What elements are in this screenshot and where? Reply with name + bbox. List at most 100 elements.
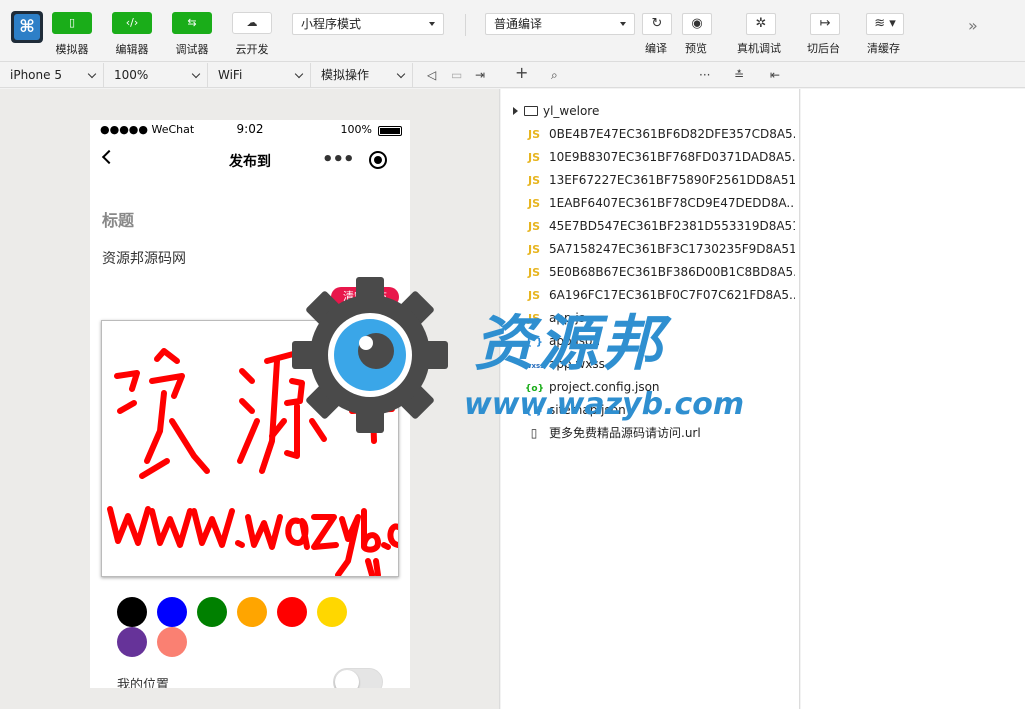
file-tree-item[interactable]: ▯ 更多免费精品源码请访问.url (525, 423, 795, 443)
editor-button[interactable]: ‹/› (112, 12, 152, 34)
capsule-close-icon[interactable] (369, 151, 387, 169)
mode-select[interactable]: 小程序模式 (292, 13, 444, 35)
color-swatch-black[interactable] (117, 597, 147, 627)
file-tree-item[interactable]: wxss app.wxss (525, 354, 795, 374)
mode-select-value: 小程序模式 (301, 17, 362, 31)
background-button[interactable]: ↦ (810, 13, 840, 35)
search-icon[interactable]: ⌕ (551, 67, 558, 83)
location-switch[interactable] (333, 668, 383, 688)
compile-button[interactable]: ↻ (642, 13, 672, 35)
caret-down-icon (620, 22, 626, 26)
file-name: 0BE4B7E47EC361BF6D82DFE357CD8A5... (549, 127, 795, 141)
switch-background-icon: ↦ (819, 16, 831, 31)
color-swatch-green[interactable] (197, 597, 227, 627)
file-name: 10E9B8307EC361BF768FD0371DAD8A5... (549, 150, 795, 164)
battery-icon (378, 126, 402, 136)
js-file-icon: JS (527, 289, 540, 302)
color-swatch-red[interactable] (277, 597, 307, 627)
navigation-bar: 发布到 ••• (90, 140, 410, 182)
file-name: 5E0B68B67EC361BF386D00B1C8BD8A5... (549, 265, 795, 279)
file-name: sitemap.json (549, 403, 626, 417)
file-tree-item[interactable]: JS app.js (525, 308, 795, 328)
zoom-select-value: 100% (114, 68, 149, 82)
page-title: 发布到 (229, 154, 271, 170)
tree-folder-yl-welore[interactable]: yl_welore (513, 102, 599, 120)
file-name: 13EF67227EC361BF75890F2561DD8A51.js (549, 173, 795, 187)
file-name: app.js (549, 311, 585, 325)
drawing-canvas[interactable] (101, 320, 399, 577)
editor-toggle[interactable]: ‹/› 编辑器 (102, 12, 162, 57)
more-icon[interactable]: ··· (699, 67, 710, 83)
refresh-icon: ↻ (651, 16, 663, 31)
title-label: 标题 (102, 211, 135, 230)
preview-button[interactable]: ◉ (682, 13, 712, 35)
clear-cache-label: 清缓存 (867, 42, 900, 55)
debugger-label: 调试器 (175, 43, 209, 56)
js-file-icon: JS (527, 197, 540, 210)
file-tree-item[interactable]: JS 10E9B8307EC361BF768FD0371DAD8A5... (525, 147, 795, 167)
cloud-icon: ☁ (246, 16, 258, 29)
file-tree-item[interactable]: JS 13EF67227EC361BF75890F2561DD8A51.js (525, 170, 795, 190)
file-tree-item[interactable]: { } sitemap.json (525, 400, 795, 420)
file-tree-item[interactable]: JS 6A196FC17EC361BF0C7F07C621FD8A5... (525, 285, 795, 305)
network-select[interactable]: WiFi (208, 63, 311, 87)
zoom-select[interactable]: 100% (104, 63, 208, 87)
doc-file-icon: ▯ (530, 426, 538, 440)
expand-more-icon[interactable]: » (968, 16, 978, 35)
color-swatch-salmon[interactable] (157, 627, 187, 657)
cloud-toggle[interactable]: ☁ 云开发 (222, 12, 282, 57)
device-select[interactable]: iPhone 5 (0, 63, 104, 87)
file-tree-item[interactable]: { } app.json (525, 331, 795, 351)
color-swatch-blue[interactable] (157, 597, 187, 627)
status-bar: ●●●●● WeChat 9:02 100% (90, 120, 410, 140)
title-input[interactable]: 资源邦源码网 (102, 248, 186, 268)
debugger-toggle[interactable]: ⇆ 调试器 (162, 12, 222, 57)
clear-canvas-button[interactable]: 清空画布 (331, 287, 399, 307)
color-swatch-purple[interactable] (117, 627, 147, 657)
main-toolbar: ⌘ ▯ 模拟器 ‹/› 编辑器 ⇆ 调试器 ☁ 云开发 小程序模式 普通编译 ↻… (0, 0, 1025, 62)
simulator-panel: ●●●●● WeChat 9:02 100% 发布到 ••• 标题 资源邦源码网… (0, 89, 500, 709)
remote-debug-button[interactable]: ✲ (746, 13, 776, 35)
hide-tree-icon[interactable]: ⇤ (770, 67, 780, 83)
file-tree-item[interactable]: {o} project.config.json (525, 377, 795, 397)
volume-icon[interactable]: ◁ (427, 67, 436, 83)
file-name: 1EABF6407EC361BF78CD9E47DEDD8A... (549, 196, 795, 210)
cloud-button[interactable]: ☁ (232, 12, 272, 34)
color-swatch-orange[interactable] (237, 597, 267, 627)
js-file-icon: JS (527, 128, 540, 141)
folder-name: yl_welore (543, 104, 600, 118)
file-name: 更多免费精品源码请访问.url (549, 426, 701, 440)
clear-cache-button[interactable]: ≋ ▾ (866, 13, 904, 35)
file-tree-item[interactable]: JS 45E7BD547EC361BF2381D553319D8A51.js (525, 216, 795, 236)
debugger-button[interactable]: ⇆ (172, 12, 212, 34)
chevron-down-icon (87, 69, 97, 79)
file-tree-item[interactable]: JS 5A7158247EC361BF3C1730235F9D8A51.js (525, 239, 795, 259)
logo-icon: ⌘ (19, 17, 35, 37)
app-logo: ⌘ (11, 11, 43, 43)
file-name: 45E7BD547EC361BF2381D553319D8A51.js (549, 219, 795, 233)
file-name: project.config.json (549, 380, 660, 394)
file-tree-item[interactable]: JS 0BE4B7E47EC361BF6D82DFE357CD8A5... (525, 124, 795, 144)
add-icon[interactable]: + (515, 65, 528, 81)
capsule-more-icon[interactable]: ••• (322, 150, 355, 170)
eye-icon: ◉ (691, 16, 703, 31)
cloud-label: 云开发 (235, 43, 269, 56)
collapse-icon[interactable]: ≛ (734, 67, 744, 83)
chevron-down-icon (294, 69, 304, 79)
simulator-toggle[interactable]: ▯ 模拟器 (42, 12, 102, 57)
operation-select[interactable]: 模拟操作 (311, 63, 413, 87)
color-swatch-yellow[interactable] (317, 597, 347, 627)
file-tree-item[interactable]: JS 5E0B68B67EC361BF386D00B1C8BD8A5... (525, 262, 795, 282)
bug-icon: ✲ (755, 16, 767, 31)
simulator-button[interactable]: ▯ (52, 12, 92, 34)
toolbar-divider (465, 14, 466, 36)
window-icon[interactable]: ▭ (451, 67, 462, 83)
json-file-icon: { } (525, 406, 543, 417)
preview-label: 预览 (685, 42, 707, 55)
location-label: 我的位置 (117, 678, 170, 688)
file-tree-item[interactable]: JS 1EABF6407EC361BF78CD9E47DEDD8A... (525, 193, 795, 213)
detach-icon[interactable]: ⇥ (475, 67, 485, 83)
code-icon: ‹/› (125, 16, 139, 29)
compile-select[interactable]: 普通编译 (485, 13, 635, 35)
chevron-down-icon (396, 69, 406, 79)
